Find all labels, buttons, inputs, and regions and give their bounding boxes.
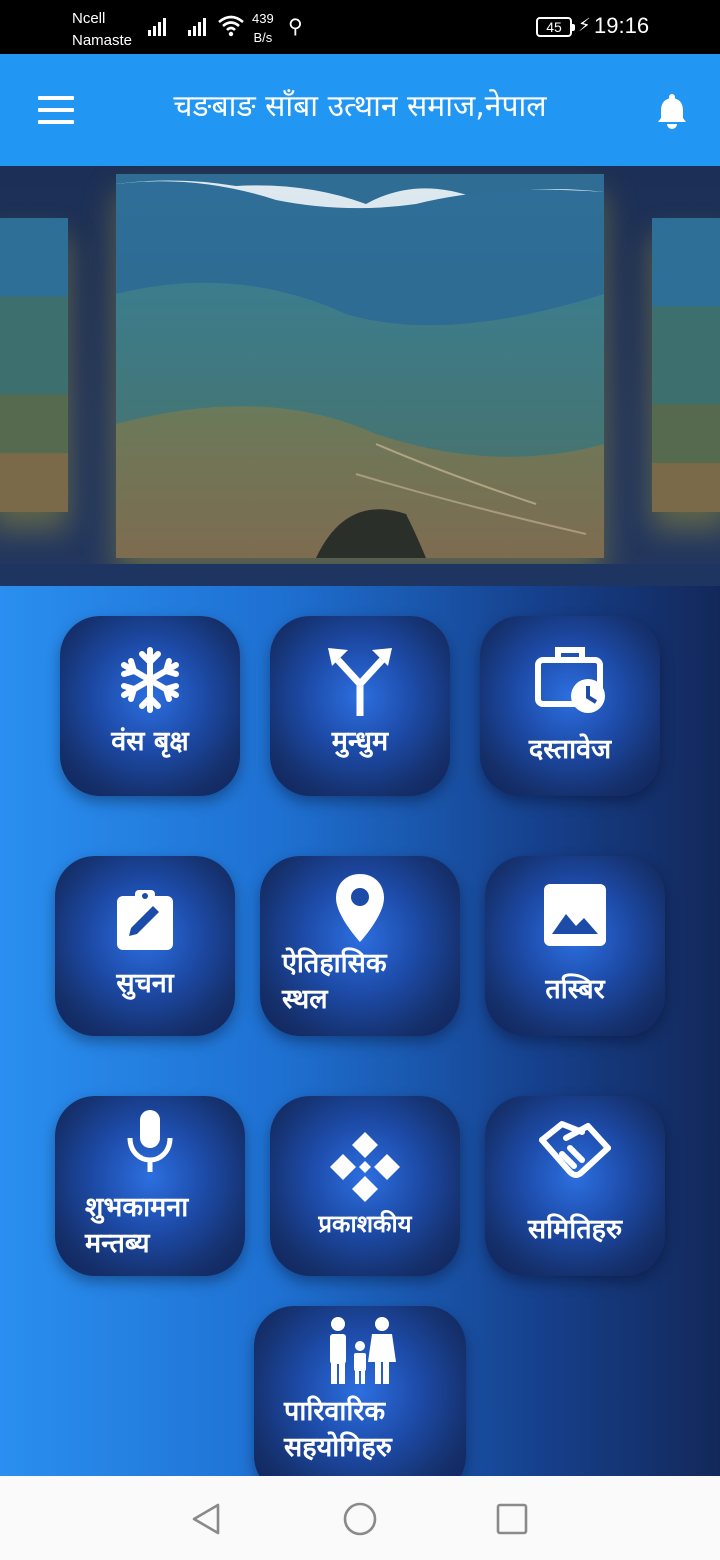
signal-2-icon — [188, 16, 206, 36]
location-pin-icon — [260, 872, 460, 944]
usb-icon: ⚲ — [288, 14, 303, 38]
app-title: चङबाङ साँबा उत्थान समाज,नेपाल — [173, 89, 547, 124]
tile-vansa-briksha[interactable]: वंस बृक्ष — [60, 616, 240, 796]
clock: 19:16 — [594, 13, 650, 38]
app-bar: चङबाङ साँबा उत्थान समाज,नेपाल — [0, 54, 720, 166]
back-triangle-icon[interactable] — [190, 1502, 224, 1536]
carousel-slide-right[interactable] — [652, 218, 720, 512]
tile-tasbir[interactable]: तस्बिर — [485, 856, 665, 1036]
tile-label: सुचना — [116, 968, 174, 999]
bell-icon[interactable] — [652, 90, 692, 130]
tile-label: दस्तावेज — [528, 734, 612, 765]
family-icon — [254, 1316, 466, 1388]
tile-label: वंस बृक्ष — [111, 726, 189, 757]
tile-mundhum[interactable]: मुन्धुम — [270, 616, 450, 796]
carrier-secondary: Namaste — [72, 32, 133, 49]
recents-square-icon[interactable] — [495, 1502, 529, 1536]
tile-samitiharu[interactable]: समितिहरु — [485, 1096, 665, 1276]
status-bar: Ncell Namaste 439 B/s ⚲ 45 ⚡ 19:16 — [0, 0, 720, 54]
tile-prakashakiya[interactable]: प्रकाशकीय — [270, 1096, 460, 1276]
tile-label: तस्बिर — [545, 974, 605, 1005]
hamburger-menu-icon[interactable] — [36, 96, 76, 124]
menu-grid: वंस बृक्ष मुन्धुम दस्तावेज सुचना ऐतिहासि… — [0, 586, 720, 1476]
charging-icon: ⚡ — [578, 15, 591, 36]
tile-label: मुन्धुम — [331, 726, 389, 757]
handshake-icon — [485, 1118, 665, 1190]
landscape-image — [0, 218, 68, 512]
net-speed: 439 B/s — [252, 9, 274, 47]
tile-label: समितिहरु — [527, 1214, 623, 1245]
tile-label: शुभकामना मन्तब्य — [85, 1192, 189, 1259]
tile-suchana[interactable]: सुचना — [55, 856, 235, 1036]
signal-1-icon — [148, 16, 166, 36]
tile-label: प्रकाशकीय — [318, 1210, 412, 1238]
landscape-image — [652, 218, 720, 512]
landscape-image — [116, 174, 604, 558]
carousel-footer-band — [0, 564, 720, 586]
carrier-primary: Ncell — [72, 10, 106, 27]
image-carousel[interactable] — [0, 166, 720, 586]
battery-icon: 45 — [536, 17, 575, 37]
system-nav-bar — [0, 1476, 720, 1560]
net-speed-unit: B/s — [253, 30, 273, 45]
clipboard-edit-icon — [55, 888, 235, 960]
carousel-slide-left[interactable] — [0, 218, 68, 512]
tile-paribarik-sahayogiharu[interactable]: पारिवारिक सहयोगिहरु — [254, 1306, 466, 1476]
diamond-pattern-icon — [270, 1130, 460, 1202]
battery-level: 45 — [546, 19, 562, 35]
carousel-slide-center[interactable] — [116, 174, 604, 558]
briefcase-clock-icon — [480, 644, 660, 716]
wifi-icon — [218, 15, 244, 37]
carrier-info: Ncell Namaste — [72, 8, 132, 52]
image-icon — [485, 884, 665, 956]
tile-aitihasik-sthal[interactable]: ऐतिहासिक स्थल — [260, 856, 460, 1036]
tile-label: ऐतिहासिक स्थल — [282, 948, 387, 1015]
home-circle-icon[interactable] — [343, 1502, 377, 1536]
tile-dastavej[interactable]: दस्तावेज — [480, 616, 660, 796]
tile-shubhakamana-mantabya[interactable]: शुभकामना मन्तब्य — [55, 1096, 245, 1276]
snowflake-icon — [60, 644, 240, 716]
net-speed-value: 439 — [252, 11, 274, 26]
microphone-icon — [55, 1108, 245, 1180]
fork-arrows-icon — [270, 644, 450, 716]
tile-label: पारिवारिक सहयोगिहरु — [284, 1396, 392, 1463]
